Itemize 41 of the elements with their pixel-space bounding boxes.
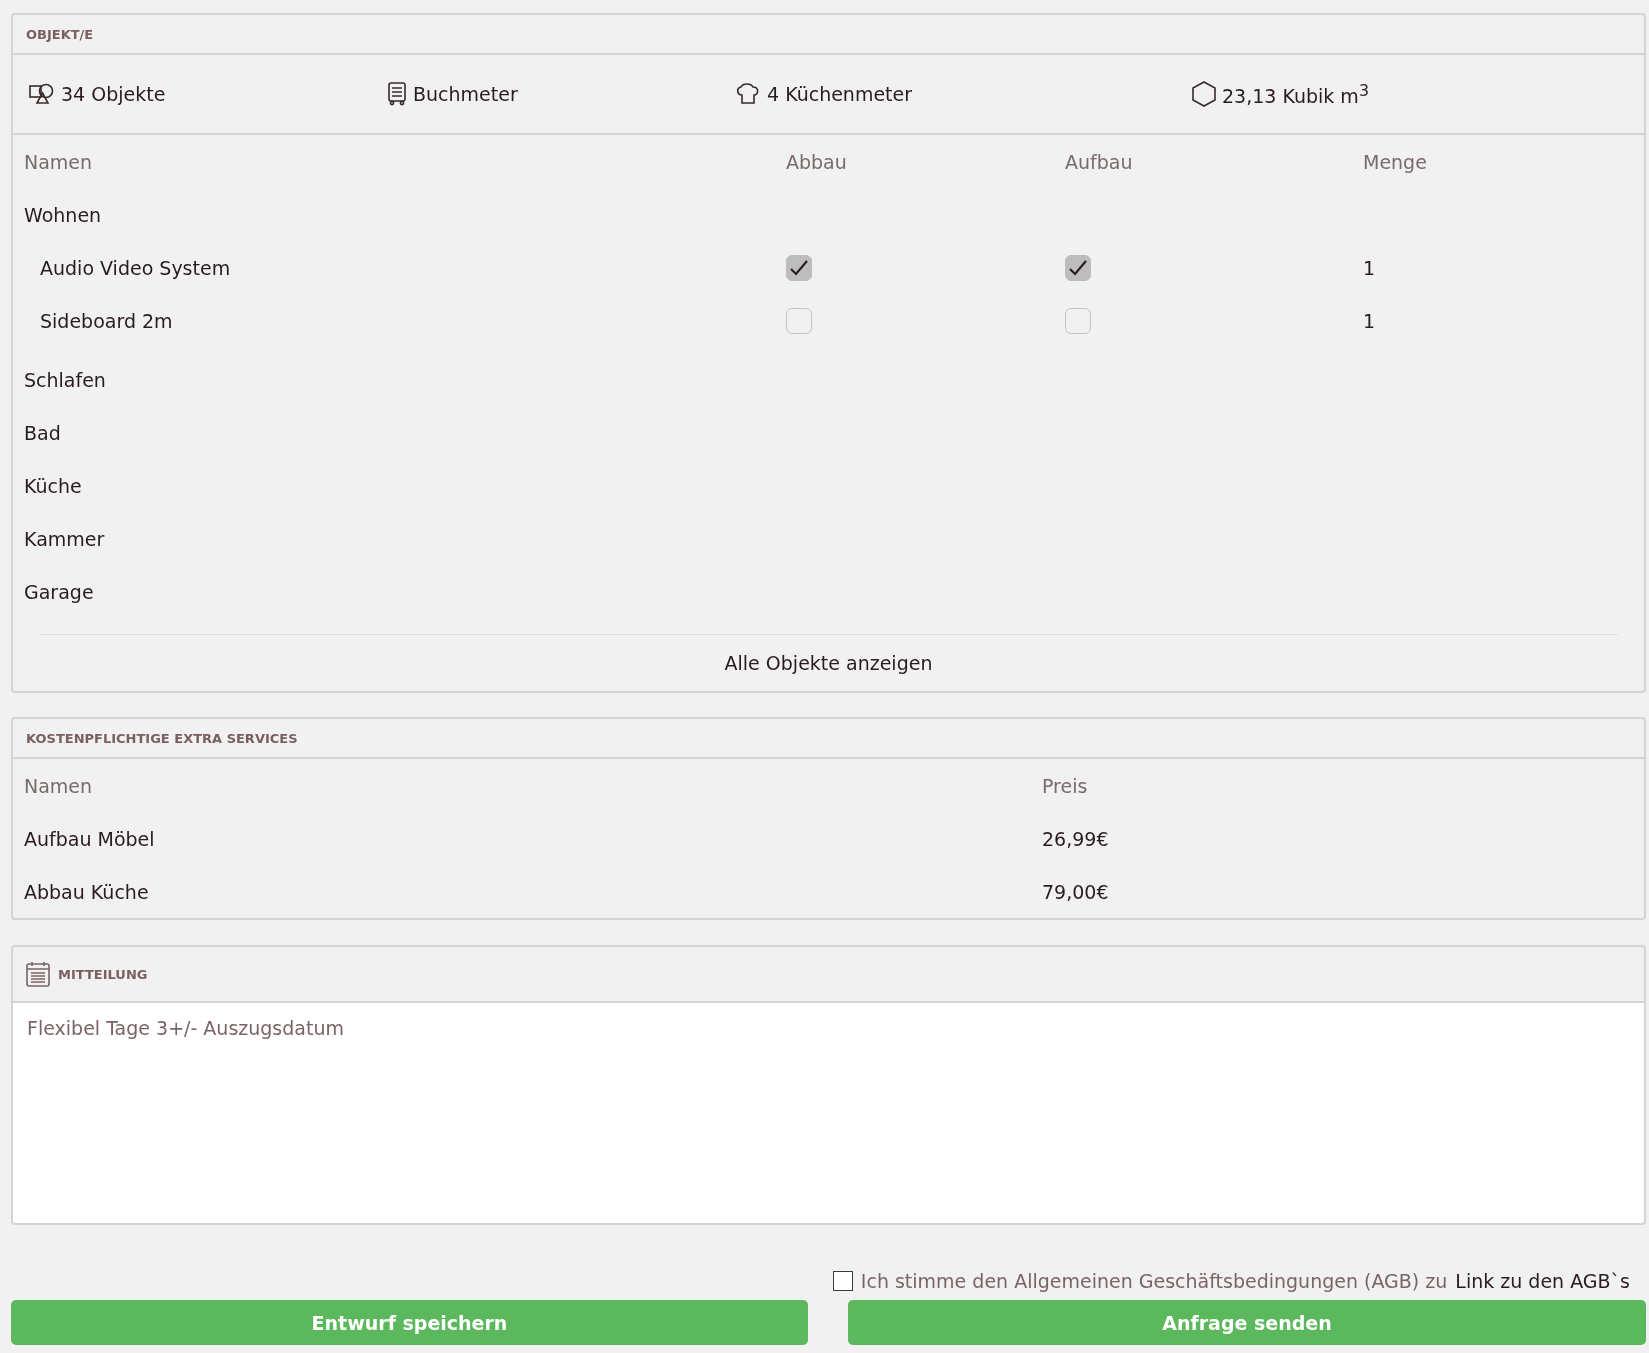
shapes-icon: [29, 83, 55, 105]
hexagon-icon: [1192, 81, 1216, 107]
section-title: KOSTENPFLICHTIGE EXTRA SERVICES: [26, 730, 298, 746]
group-name[interactable]: Garage: [24, 580, 786, 603]
checkbox[interactable]: [1065, 307, 1091, 334]
terms-text: Ich stimme den Allgemeinen Geschäftsbedingungen (AGB) zu: [860, 1270, 1448, 1292]
column-header: Aufbau: [1065, 150, 1134, 173]
column-header: Namen: [24, 774, 94, 797]
price: 26,99€: [1042, 827, 1110, 850]
cart-icon: [387, 82, 407, 106]
calendar-icon: [26, 961, 50, 987]
quantity: 1: [1363, 309, 1377, 332]
section-title: MITTEILUNG: [58, 966, 148, 982]
group-name[interactable]: Schlafen: [24, 368, 786, 391]
chef-hat-icon: [735, 83, 761, 105]
item-name: Sideboard 2m: [39, 309, 174, 332]
group-name[interactable]: Bad: [24, 421, 786, 444]
checkbox[interactable]: [786, 254, 812, 281]
checkbox[interactable]: [1065, 254, 1091, 281]
column-header: Namen: [24, 150, 94, 173]
price: 79,00€: [1042, 880, 1110, 903]
column-header: Abbau: [786, 150, 848, 173]
summary-text: 34 Objekte: [61, 83, 166, 105]
summary-text: 4 Küchenmeter: [767, 83, 913, 105]
terms-checkbox[interactable]: [832, 1271, 853, 1291]
service-name: Aufbau Möbel: [24, 827, 156, 850]
message-field[interactable]: Flexibel Tage 3+/- Auszugsdatum: [13, 1003, 1644, 1223]
group-name[interactable]: Wohnen: [24, 203, 786, 226]
column-header: Preis: [1042, 774, 1089, 797]
checkbox[interactable]: [786, 307, 812, 334]
group-name[interactable]: Küche: [24, 474, 786, 497]
column-header: Menge: [1363, 150, 1428, 173]
section-title: OBJEKT/E: [26, 26, 94, 42]
service-name: Abbau Küche: [24, 880, 150, 903]
show-all-link[interactable]: Alle Objekte anzeigen: [724, 652, 933, 674]
quantity: 1: [1363, 256, 1377, 279]
item-name: Audio Video System: [39, 256, 232, 279]
group-name[interactable]: Kammer: [24, 527, 786, 550]
terms-link[interactable]: Link zu den AGB`s: [1455, 1270, 1630, 1292]
summary-text: Buchmeter: [413, 83, 518, 105]
summary-text: 23,13 Kubik m$^{3}$: [1222, 80, 1369, 108]
